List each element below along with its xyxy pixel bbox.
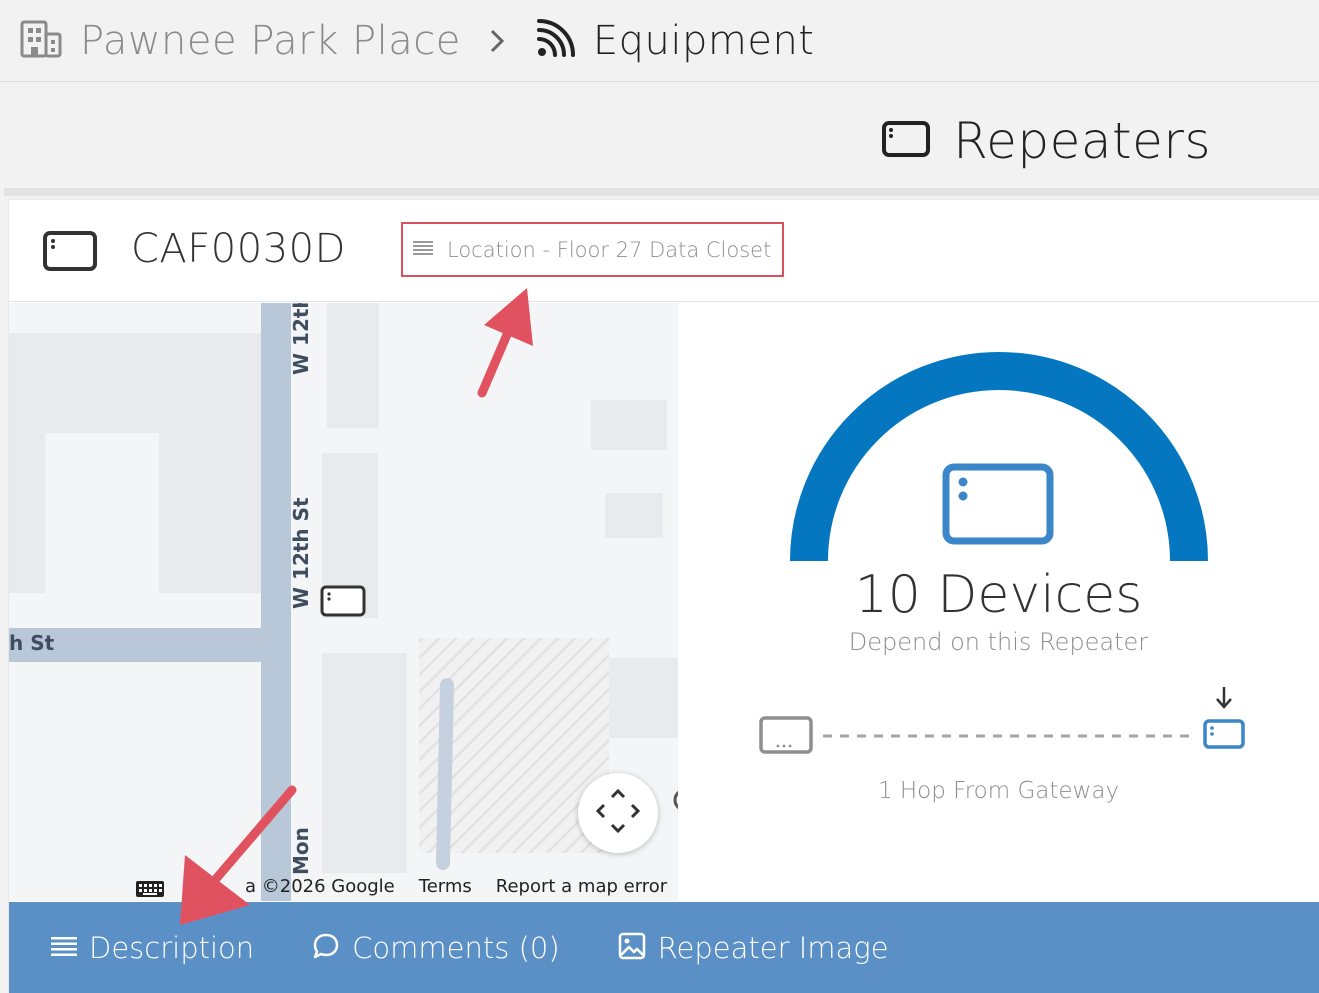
tab-repeater-image[interactable]: Repeater Image [618,931,889,965]
section-title-label: Repeaters [953,112,1211,170]
map-pan-control[interactable] [578,773,658,853]
comment-icon [312,932,340,964]
hops-from-gateway: 1 Hop From Gateway [877,778,1120,804]
breadcrumb-building-label[interactable]: Pawnee Park Place [80,18,461,64]
map-report-link[interactable]: Report a map error [496,876,667,897]
section-divider [4,188,1319,196]
move-arrows-icon [595,788,641,838]
lines-icon [413,240,433,259]
map-building [9,433,45,593]
map-building [159,433,261,593]
street-label-partial: Mon [289,827,313,875]
tab-description-label: Description [89,930,255,965]
breadcrumb-building[interactable]: Pawnee Park Place [20,18,461,64]
map[interactable]: W 12th St W 12th St h St Mon a ©2026 Goo… [9,303,678,901]
tab-repeater-image-label: Repeater Image [657,930,889,965]
repeater-map-marker[interactable] [320,585,366,617]
location-text: Location - Floor 27 Data Closet [447,237,772,262]
breadcrumb-equipment: Equipment [535,18,815,64]
devices-count: 10 Devices [854,565,1143,625]
street-label-vertical: W 12th St [289,497,313,609]
map-attribution: a ©2026 Google Terms Report a map error [245,871,667,901]
gateway-icon [759,716,813,754]
dependency-stats: 10 Devices Depend on this Repeater 1 Hop… [678,303,1319,901]
breadcrumb-current-label: Equipment [592,17,815,64]
map-building [322,653,407,873]
location-description: Location - Floor 27 Data Closet [401,222,784,277]
wifi-signal-icon [535,18,577,63]
tab-comments-label: Comments (0) [352,930,560,965]
lines-icon [51,936,77,960]
map-road-vertical [261,303,291,901]
map-building [9,333,261,433]
devices-subtitle: Depend on this Repeater [848,628,1149,656]
chevron-right-icon [489,28,505,54]
keyboard-icon[interactable] [135,880,165,901]
repeater-icon [881,120,931,162]
street-label-horizontal: h St [9,631,55,655]
map-building [605,493,663,538]
device-id: CAF0030D [131,226,346,272]
repeater-icon [42,230,98,276]
breadcrumb: Pawnee Park Place Equipment [0,0,1319,82]
repeater-card: CAF0030D Location - Floor 27 Data Closet [9,200,1319,993]
map-terms-link[interactable]: Terms [419,876,472,897]
street-label-vertical: W 12th St [289,303,313,375]
building-icon [20,20,62,62]
tab-description[interactable]: Description [51,931,254,965]
section-title: Repeaters [881,112,1211,170]
repeater-icon [942,463,1054,545]
tab-comments[interactable]: Comments (0) [312,931,560,965]
map-path [436,678,454,870]
arrow-down-icon [1216,687,1232,709]
map-building [591,400,667,450]
map-building [327,303,379,428]
tab-bar: Description Comments (0) Repeater Image [9,902,1319,993]
repeater-small-icon [1203,719,1245,749]
map-attribution-text: a ©2026 Google [245,875,395,897]
card-header: CAF0030D Location - Floor 27 Data Closet [9,200,1319,302]
image-icon [618,932,646,964]
